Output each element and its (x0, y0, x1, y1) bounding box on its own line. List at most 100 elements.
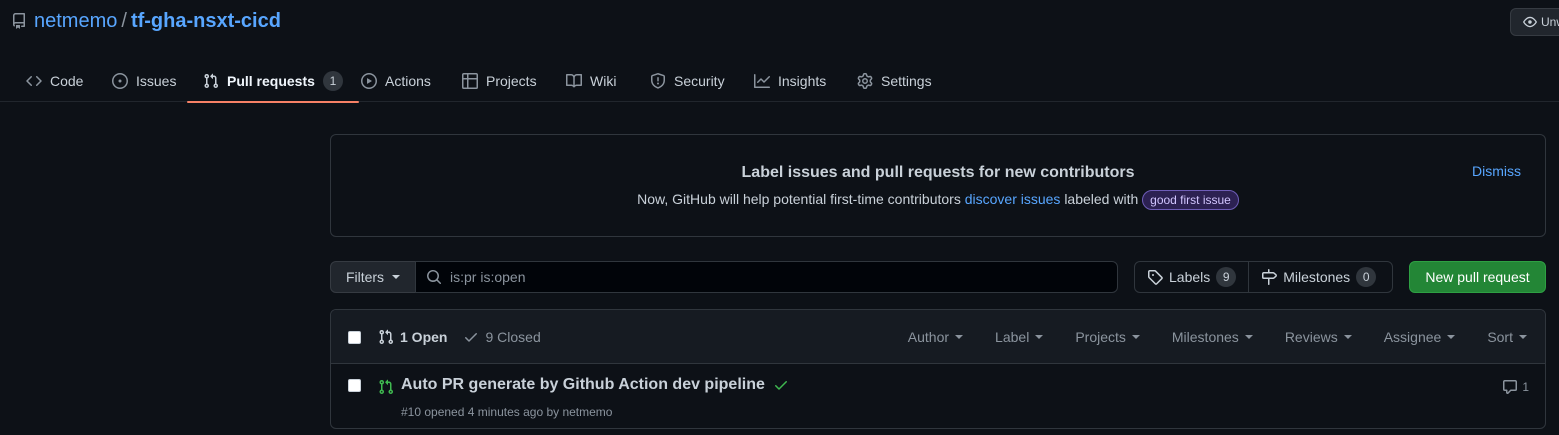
pr-select-checkbox[interactable] (348, 379, 361, 392)
projects-filter[interactable]: Projects (1075, 329, 1140, 345)
list-header: 1 Open 9 Closed Author Label Projects Mi… (331, 310, 1545, 364)
watch-button[interactable]: Unwatch (1510, 8, 1559, 36)
reviews-filter-label: Reviews (1284, 329, 1338, 345)
check-icon[interactable] (773, 377, 789, 393)
open-count-label: 1 Open (400, 329, 448, 345)
dismiss-link[interactable]: Dismiss (1472, 163, 1521, 179)
chevron-down-icon (1447, 335, 1456, 339)
tab-pull-requests-label: Pull requests (227, 73, 315, 89)
tab-projects[interactable]: Projects (462, 60, 537, 102)
tab-settings-label: Settings (881, 73, 932, 89)
pull-requests-counter: 1 (322, 71, 343, 91)
tab-wiki[interactable]: Wiki (566, 60, 616, 102)
tab-code[interactable]: Code (26, 60, 83, 102)
tab-actions[interactable]: Actions (361, 60, 431, 102)
search-input[interactable] (450, 269, 1050, 285)
contributors-banner: Label issues and pull requests for new c… (330, 134, 1546, 237)
watch-label: Unwatch (1541, 15, 1559, 29)
author-filter-label: Author (907, 329, 950, 345)
gear-icon (857, 73, 873, 89)
code-icon (26, 73, 42, 89)
table-icon (462, 73, 478, 89)
chevron-down-icon (1244, 335, 1253, 339)
tab-security[interactable]: Security (650, 60, 725, 102)
pr-title-row: Auto PR generate by Github Action dev pi… (401, 376, 789, 394)
list-item: Auto PR generate by Github Action dev pi… (331, 365, 1545, 428)
filters-label: Filters (345, 269, 385, 285)
issue-opened-icon (112, 73, 128, 89)
good-first-issue-label[interactable]: good first issue (1142, 190, 1239, 210)
banner-text: Now, GitHub will help potential first-ti… (331, 190, 1545, 210)
reviews-filter[interactable]: Reviews (1285, 329, 1352, 345)
repo-name-link[interactable]: tf-gha-nsxt-cicd (131, 10, 281, 32)
pr-meta: #10 opened 4 minutes ago by netmemo (401, 405, 613, 419)
tab-security-label: Security (674, 73, 725, 89)
assignee-filter-label: Assignee (1383, 329, 1442, 345)
milestones-filter-label: Milestones (1171, 329, 1239, 345)
repo-header: netmemo/tf-gha-nsxt-cicd Unwatch (0, 0, 1559, 46)
projects-filter-label: Projects (1075, 329, 1126, 345)
label-filter-label: Label (995, 329, 1030, 345)
closed-count-label: 9 Closed (485, 329, 541, 345)
discover-issues-link[interactable]: discover issues (965, 191, 1061, 207)
banner-text-after: labeled with (1064, 191, 1139, 207)
author-filter[interactable]: Author (907, 329, 964, 345)
chevron-down-icon (392, 275, 401, 279)
pr-comments-count: 1 (1522, 380, 1529, 394)
repo-separator: / (121, 10, 127, 32)
tab-wiki-label: Wiki (590, 73, 617, 89)
repo-tabs: Code Issues Pull requests 1 Actions Proj… (0, 60, 1559, 103)
git-pull-request-icon (378, 329, 394, 345)
pull-request-list: 1 Open 9 Closed Author Label Projects Mi… (330, 309, 1546, 429)
filters-button[interactable]: Filters (330, 261, 416, 293)
tab-issues-label: Issues (136, 73, 177, 89)
pr-title-link[interactable]: Auto PR generate by Github Action dev pi… (401, 376, 765, 394)
label-filter[interactable]: Label (995, 329, 1044, 345)
labels-milestones-group: Labels 9 Milestones 0 (1134, 261, 1393, 293)
graph-icon (754, 73, 770, 89)
shield-icon (650, 73, 666, 89)
chevron-down-icon (955, 335, 964, 339)
banner-text-before: Now, GitHub will help potential first-ti… (637, 191, 961, 207)
search-field[interactable] (415, 261, 1118, 293)
tab-insights[interactable]: Insights (754, 60, 826, 102)
repo-icon (11, 13, 27, 29)
tab-insights-label: Insights (778, 73, 827, 89)
banner-title: Label issues and pull requests for new c… (741, 164, 1135, 181)
pr-comments-link[interactable]: 1 (1502, 379, 1529, 395)
search-icon (426, 269, 442, 285)
chevron-down-icon (1519, 335, 1527, 339)
tab-actions-label: Actions (385, 73, 431, 89)
sort-filter[interactable]: Sort (1487, 329, 1527, 345)
milestone-icon (1261, 269, 1278, 285)
select-all-checkbox[interactable] (348, 331, 361, 344)
tag-icon (1147, 269, 1163, 285)
book-icon (566, 73, 582, 89)
chevron-down-icon (1131, 335, 1140, 339)
tab-settings[interactable]: Settings (857, 60, 932, 102)
milestones-counter: 0 (1356, 267, 1377, 287)
eye-icon (1523, 15, 1537, 29)
git-pull-request-icon (378, 379, 394, 395)
comment-icon (1502, 379, 1518, 395)
tab-code-label: Code (50, 73, 84, 89)
milestones-filter[interactable]: Milestones (1172, 329, 1253, 345)
chevron-down-icon (1343, 335, 1352, 339)
tab-issues[interactable]: Issues (112, 60, 176, 102)
milestones-button[interactable]: Milestones 0 (1248, 262, 1388, 292)
list-filters: Author Label Projects Milestones Reviews… (876, 329, 1527, 345)
closed-filter-link[interactable]: 9 Closed (463, 329, 541, 345)
labels-button[interactable]: Labels 9 (1135, 262, 1248, 292)
milestones-label: Milestones (1283, 269, 1351, 285)
sort-filter-label: Sort (1487, 329, 1513, 345)
assignee-filter[interactable]: Assignee (1384, 329, 1456, 345)
open-filter-link[interactable]: 1 Open (378, 329, 447, 345)
state-toggle: 1 Open 9 Closed (378, 329, 541, 345)
repo-owner-link[interactable]: netmemo (34, 10, 117, 32)
new-pull-request-button[interactable]: New pull request (1409, 261, 1546, 293)
chevron-down-icon (1035, 335, 1044, 339)
repo-title: netmemo / tf-gha-nsxt-cicd (34, 10, 281, 33)
labels-label: Labels (1169, 269, 1211, 285)
tab-projects-label: Projects (486, 73, 537, 89)
tab-pull-requests[interactable]: Pull requests 1 (187, 60, 359, 103)
